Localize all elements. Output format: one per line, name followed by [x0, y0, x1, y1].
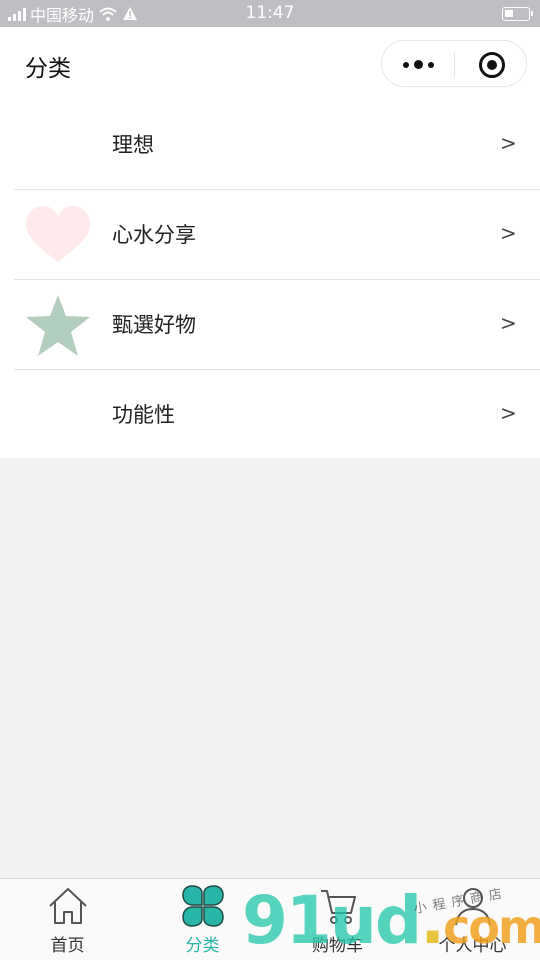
category-row-ideal[interactable]: 理想 >: [0, 100, 540, 190]
tab-bar: 首页 分类 购物车 个人中心: [0, 878, 540, 960]
chevron-right-icon: >: [500, 401, 517, 425]
tab-profile[interactable]: 个人中心: [405, 879, 540, 960]
tab-cart[interactable]: 购物车: [270, 879, 405, 960]
target-close-icon[interactable]: [455, 41, 528, 88]
chevron-right-icon: >: [500, 131, 517, 155]
clover-icon: [182, 885, 224, 927]
category-label: 甄選好物: [112, 313, 196, 337]
star-icon: [26, 295, 90, 356]
chevron-right-icon: >: [500, 311, 517, 335]
category-list: 理想 > 心水分享 > 甄選好物 > 功能性 >: [0, 100, 540, 458]
home-icon: [49, 888, 87, 924]
cart-icon: [321, 890, 356, 924]
tab-label: 购物车: [312, 936, 363, 956]
category-row-share[interactable]: 心水分享 >: [0, 190, 540, 280]
tab-label: 首页: [50, 936, 85, 956]
mini-program-capsule: [381, 40, 527, 87]
category-label: 理想: [112, 133, 154, 157]
category-label: 心水分享: [112, 223, 196, 247]
battery-icon: [502, 7, 533, 21]
more-dots-icon[interactable]: [382, 41, 455, 88]
status-bar: 中国移动 11:47: [0, 0, 540, 27]
user-icon: [455, 888, 491, 926]
tab-home[interactable]: 首页: [0, 879, 135, 960]
category-row-selected-goods[interactable]: 甄選好物 >: [0, 280, 540, 370]
nav-header: 分类: [0, 27, 540, 100]
chevron-right-icon: >: [500, 221, 517, 245]
category-row-functional[interactable]: 功能性 >: [0, 370, 540, 460]
heart-icon: [26, 206, 90, 262]
category-label: 功能性: [112, 403, 175, 427]
tab-label: 个人中心: [438, 936, 507, 956]
page-title: 分类: [25, 56, 71, 82]
status-time: 11:47: [245, 3, 295, 23]
tab-label: 分类: [185, 936, 220, 956]
tab-category[interactable]: 分类: [135, 879, 270, 960]
